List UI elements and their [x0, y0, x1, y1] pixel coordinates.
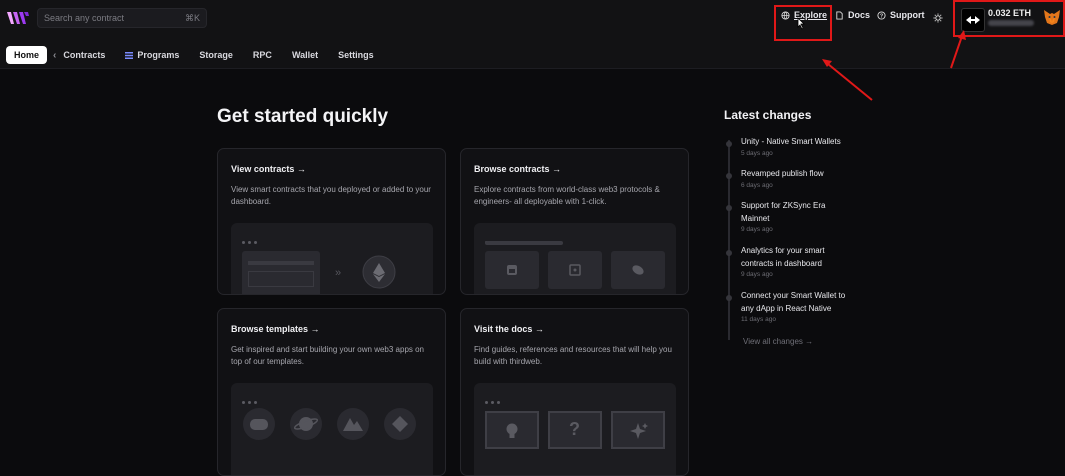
preview-tile: [611, 411, 665, 449]
mountain-icon: [337, 408, 369, 440]
timeline-node: [726, 173, 732, 179]
card-preview: [231, 383, 433, 475]
change-title: Unity - Native Smart Wallets: [741, 137, 841, 146]
search-box[interactable]: ⌘K: [37, 8, 207, 28]
tab-home[interactable]: Home: [6, 46, 48, 64]
change-title: Revamped publish flow: [741, 169, 824, 178]
support-label: Support: [890, 10, 925, 20]
preview-tile: [485, 251, 539, 289]
timeline-line: [728, 140, 730, 340]
tab-storage[interactable]: Storage: [192, 47, 240, 63]
card-view-contracts[interactable]: View contracts → View smart contracts th…: [217, 148, 446, 295]
window-dots: [485, 231, 515, 244]
gamepad-icon: [243, 408, 275, 440]
tab-settings[interactable]: Settings: [331, 47, 381, 63]
timeline-node: [726, 205, 732, 211]
docs-link[interactable]: Docs: [835, 10, 870, 20]
card-browse-contracts[interactable]: Browse contracts → Explore contracts fro…: [460, 148, 689, 295]
card-description: Find guides, references and resources th…: [474, 345, 672, 366]
ethereum-icon: [362, 255, 396, 289]
card-preview: [474, 223, 676, 294]
thirdweb-logo[interactable]: [6, 10, 30, 26]
tab-home-label: Home: [14, 50, 40, 60]
change-item[interactable]: Unity - Native Smart Wallets 5 days ago: [741, 136, 861, 157]
planet-icon: [290, 408, 322, 440]
view-all-changes-link[interactable]: View all changes →: [743, 337, 813, 346]
change-date: 11 days ago: [741, 316, 776, 323]
card-title: Browse contracts →: [474, 164, 562, 174]
latest-changes-title: Latest changes: [724, 108, 812, 122]
preview-bar: [485, 241, 563, 245]
card-title: Visit the docs →: [474, 324, 544, 334]
tab-wallet[interactable]: Wallet: [285, 47, 325, 63]
window-dots: [242, 391, 272, 404]
change-date: 9 days ago: [741, 271, 773, 278]
search-input[interactable]: [44, 13, 185, 23]
preview-tile: [611, 251, 665, 289]
change-title: Analytics for your smart contracts in da…: [741, 246, 825, 268]
card-visit-docs[interactable]: Visit the docs → Find guides, references…: [460, 308, 689, 476]
card-preview: ?: [474, 383, 676, 475]
preview-tile: [485, 411, 539, 449]
preview-tile: ?: [548, 411, 602, 449]
picture-icon: [569, 264, 581, 276]
card-browse-templates[interactable]: Browse templates → Get inspired and star…: [217, 308, 446, 476]
window-dots: [485, 391, 515, 404]
card-preview: »: [231, 223, 433, 294]
change-date: 9 days ago: [741, 226, 773, 233]
change-item[interactable]: Connect your Smart Wallet to any dApp in…: [741, 290, 856, 323]
card-description: View smart contracts that you deployed o…: [231, 185, 431, 206]
document-icon: [836, 10, 843, 20]
card-description: Explore contracts from world-class web3 …: [474, 185, 660, 206]
main-tabs: Home ‹ Contracts Programs Storage RPC Wa…: [6, 46, 387, 64]
page-title: Get started quickly: [217, 106, 389, 127]
change-item[interactable]: Support for ZKSync Era Mainnet 9 days ag…: [741, 200, 836, 233]
card-title: View contracts →: [231, 164, 306, 174]
change-date: 6 days ago: [741, 181, 773, 189]
puzzle-icon: [384, 408, 416, 440]
search-shortcut: ⌘K: [184, 12, 200, 23]
top-bar: ⌘K Explore Docs ? Support 0.032 ETH Home…: [0, 0, 1065, 69]
question-mark-icon: ?: [569, 419, 580, 439]
change-title: Connect your Smart Wallet to any dApp in…: [741, 291, 846, 313]
timeline-node: [726, 141, 732, 147]
tab-contracts-label: Contracts: [63, 50, 106, 60]
change-title: Support for ZKSync Era Mainnet: [741, 201, 826, 223]
list-icon: [125, 51, 134, 59]
store-icon: [507, 265, 517, 275]
tab-programs-label: Programs: [137, 50, 180, 60]
sparkles-icon: [630, 423, 648, 439]
timeline-node: [726, 295, 732, 301]
tab-wallet-label: Wallet: [291, 50, 319, 60]
timeline-node: [726, 250, 732, 256]
tab-storage-label: Storage: [199, 50, 233, 60]
card-description: Get inspired and start building your own…: [231, 345, 425, 366]
change-item[interactable]: Analytics for your smart contracts in da…: [741, 245, 841, 278]
double-chevron-icon: »: [335, 267, 342, 279]
tab-programs[interactable]: Programs: [118, 47, 186, 63]
change-date: 5 days ago: [741, 149, 773, 157]
explore-highlight-box: [774, 5, 832, 41]
card-title: Browse templates →: [231, 324, 320, 334]
tab-rpc-label: RPC: [252, 50, 272, 60]
theme-toggle-icon[interactable]: [933, 13, 943, 23]
tab-settings-label: Settings: [338, 50, 374, 60]
preview-tile: [548, 251, 602, 289]
docs-label: Docs: [848, 10, 871, 20]
tab-rpc[interactable]: RPC: [246, 47, 279, 63]
change-item[interactable]: Revamped publish flow 6 days ago: [741, 168, 861, 189]
lightbulb-icon: [506, 423, 518, 438]
svg-text:?: ?: [880, 13, 883, 19]
arrow-to-explore: [827, 63, 873, 101]
window-dots: [242, 231, 272, 244]
support-link[interactable]: ? Support: [877, 10, 925, 20]
token-icon: [632, 265, 644, 275]
tab-contracts[interactable]: Contracts: [56, 47, 112, 63]
help-circle-icon: ?: [877, 10, 886, 19]
wallet-highlight-box: [953, 0, 1065, 37]
preview-window: [242, 251, 320, 294]
